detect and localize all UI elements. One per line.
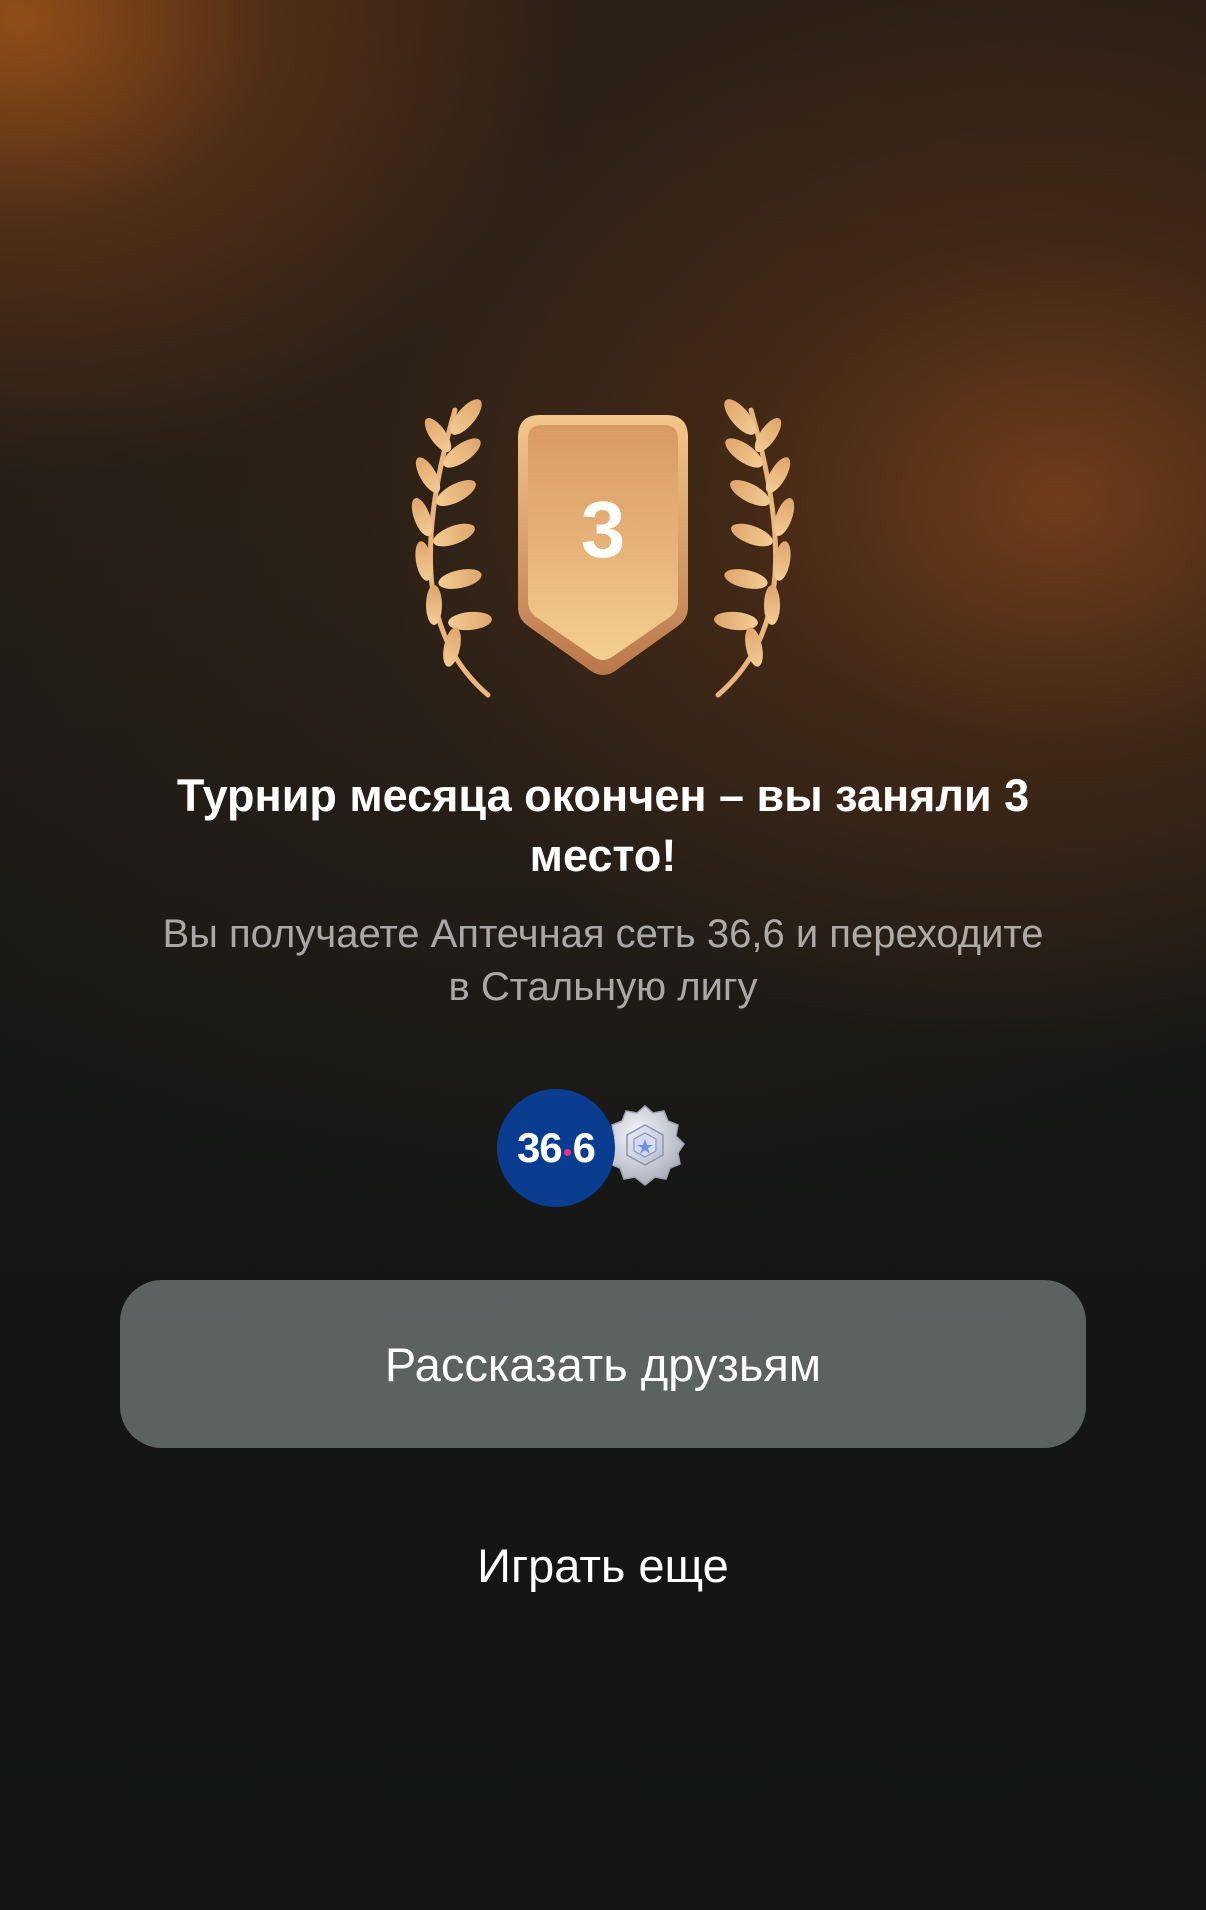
pharmacy-reward-logo: 36 6 bbox=[497, 1089, 615, 1207]
pharmacy-logo-right: 6 bbox=[572, 1124, 596, 1171]
share-with-friends-button[interactable]: Рассказать друзьям bbox=[120, 1280, 1086, 1448]
rewards-row: 36 6 bbox=[497, 1086, 697, 1210]
place-badge: 3 bbox=[370, 395, 836, 705]
left-laurel-icon bbox=[411, 399, 492, 698]
pharmacy-logo-dot bbox=[563, 1148, 571, 1156]
place-number: 3 bbox=[581, 485, 626, 574]
result-title: Турнир месяца окончен – вы заняли 3 мест… bbox=[176, 770, 1030, 881]
pharmacy-logo-text: 36 6 bbox=[516, 1124, 596, 1172]
play-again-button[interactable]: Играть еще bbox=[350, 1525, 856, 1605]
pharmacy-logo-left: 36 bbox=[516, 1124, 563, 1171]
laurel-shield-badge-icon: 3 bbox=[411, 399, 795, 698]
tournament-result-screen: 3 Турнир месяца окончен – вы заняли 3 ме… bbox=[0, 0, 1206, 1910]
right-laurel-icon bbox=[714, 399, 795, 698]
result-subtitle: Вы получаете Аптечная сеть 36,6 и перехо… bbox=[162, 912, 1044, 1009]
